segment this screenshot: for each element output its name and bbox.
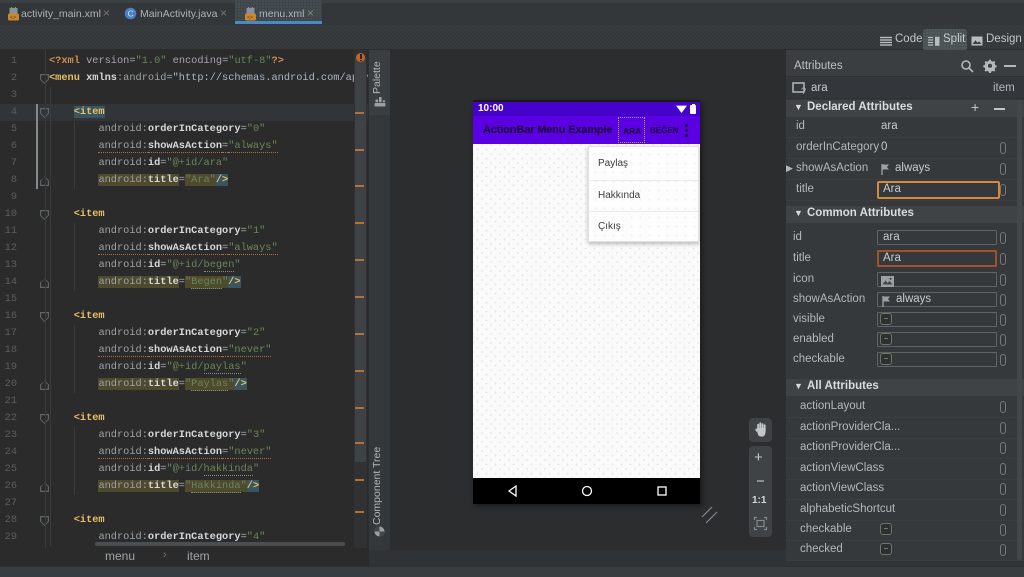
svg-text:<>: <> <box>10 15 16 21</box>
svg-text:C: C <box>128 8 134 18</box>
svg-text:?: ? <box>801 86 806 95</box>
svg-text:<>: <> <box>247 15 253 21</box>
